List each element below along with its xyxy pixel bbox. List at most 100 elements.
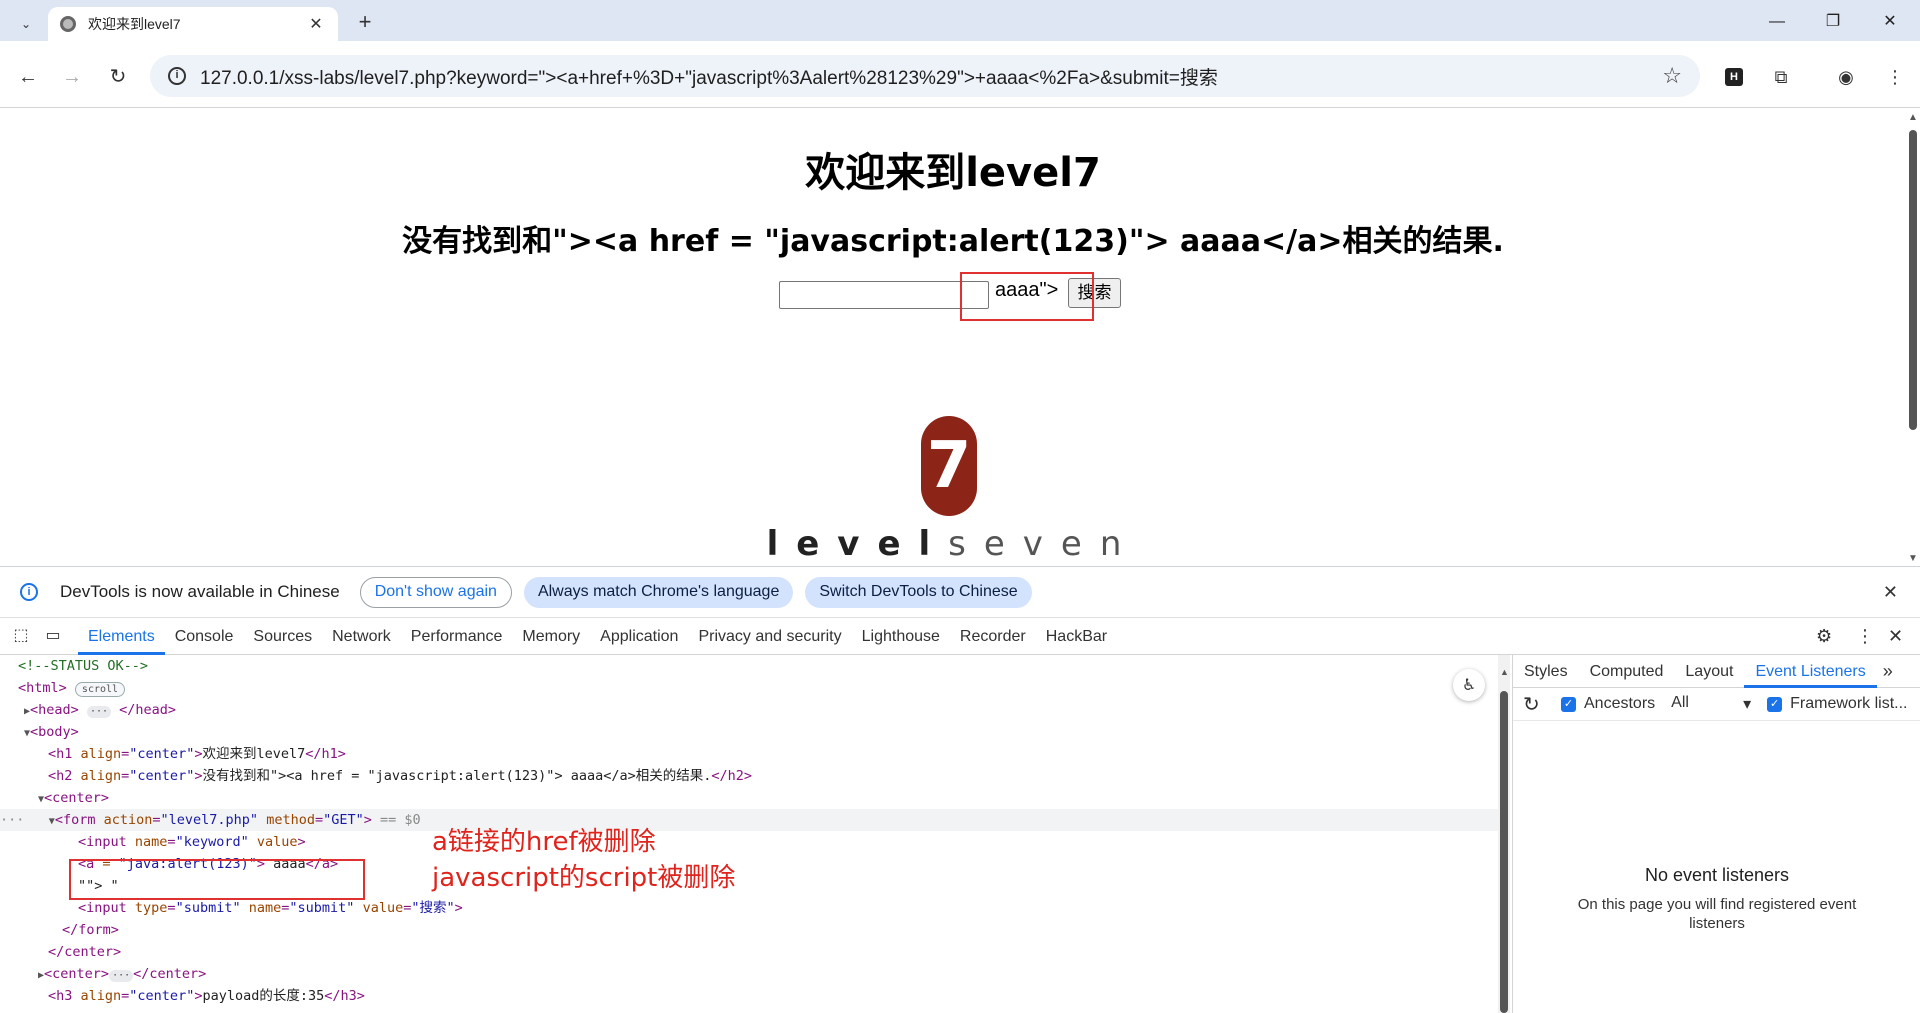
dom-body-node[interactable]: ▼<body>: [24, 721, 79, 743]
dom-center-node-2[interactable]: ▶<center> ··· </center>: [38, 963, 206, 985]
tab-application[interactable]: Application: [590, 618, 688, 655]
highlight-box-dom: [69, 859, 365, 900]
dropdown-arrow-icon: ▾: [1743, 696, 1752, 713]
collapsed-ellipsis-icon[interactable]: ···: [86, 706, 112, 718]
tab-computed[interactable]: Computed: [1579, 655, 1675, 688]
dom-h1-node[interactable]: <h1 align="center">欢迎来到level7</h1>: [48, 743, 346, 765]
devtools-tabbar: ⬚ ▭ Elements Console Sources Network Per…: [0, 618, 1920, 655]
tab-search-icon[interactable]: ⌄: [12, 10, 40, 38]
switch-to-chinese-button[interactable]: Switch DevTools to Chinese: [805, 576, 1032, 608]
keyword-input[interactable]: [779, 281, 989, 309]
devtools-menu-icon[interactable]: ⋮: [1856, 626, 1874, 647]
scroll-badge[interactable]: scroll: [74, 682, 126, 697]
tab-elements[interactable]: Elements: [78, 618, 165, 655]
dom-head-node[interactable]: ▶<head> ··· </head>: [24, 699, 176, 721]
scroll-down-arrow-icon[interactable]: ▼: [1908, 553, 1918, 564]
dom-tree[interactable]: <!--STATUS OK--> <html> scroll ▶<head> ·…: [0, 655, 1498, 1013]
level-logo-text: levelseven: [0, 524, 1906, 564]
accessibility-tree-icon[interactable]: ♿: [1453, 669, 1485, 701]
scroll-up-arrow-icon[interactable]: ▲: [1500, 667, 1509, 677]
back-icon[interactable]: ←: [14, 63, 42, 91]
url-text[interactable]: 127.0.0.1/xss-labs/level7.php?keyword=">…: [200, 63, 1662, 90]
browser-tab[interactable]: 欢迎来到level7 ✕: [48, 7, 338, 41]
device-toolbar-icon[interactable]: ▭: [42, 625, 64, 647]
inspect-element-icon[interactable]: ⬚: [10, 625, 32, 647]
tab-styles[interactable]: Styles: [1513, 655, 1579, 688]
tab-network[interactable]: Network: [322, 618, 401, 655]
annotation-href-removed: a链接的href被删除: [432, 827, 656, 857]
dom-center-close[interactable]: </center>: [48, 941, 121, 963]
sidebar-tabs: Styles Computed Layout Event Listeners »: [1513, 655, 1920, 688]
tab-strip: ⌄ 欢迎来到level7 ✕ + — ❐ ✕: [0, 0, 1920, 41]
dom-input-keyword[interactable]: <input name="keyword" value>: [78, 831, 306, 853]
tab-event-listeners[interactable]: Event Listeners: [1744, 655, 1877, 688]
sidebar-pane: Styles Computed Layout Event Listeners »…: [1512, 655, 1920, 1013]
dom-form-node-selected[interactable]: ··· ▼<form action="level7.php" method="G…: [0, 809, 1498, 831]
window-close-icon[interactable]: ✕: [1870, 10, 1910, 34]
dom-form-close[interactable]: </form>: [62, 919, 119, 941]
infobar-close-icon[interactable]: ✕: [1883, 582, 1898, 603]
event-type-select[interactable]: All ▾: [1671, 694, 1751, 714]
scroll-up-arrow-icon[interactable]: ▲: [1908, 112, 1918, 123]
tab-sources[interactable]: Sources: [243, 618, 322, 655]
tab-recorder[interactable]: Recorder: [950, 618, 1036, 655]
dom-input-submit[interactable]: <input type="submit" name="submit" value…: [78, 897, 463, 919]
tab-privacy-security[interactable]: Privacy and security: [688, 618, 851, 655]
page-viewport: 欢迎来到level7 没有找到和"><a href = "javascript:…: [0, 108, 1906, 566]
no-event-listeners-title: No event listeners: [1644, 865, 1790, 885]
devtools-panel: i DevTools is now available in Chinese D…: [0, 566, 1920, 1013]
dont-show-again-button[interactable]: Don't show again: [359, 576, 512, 608]
menu-kebab-icon[interactable]: ⋮: [1883, 65, 1907, 89]
bookmark-star-icon[interactable]: ☆: [1662, 63, 1682, 89]
highlight-box: [960, 272, 1094, 321]
site-info-icon[interactable]: i: [168, 67, 186, 85]
dom-h2-node[interactable]: <h2 align="center">没有找到和"><a href = "jav…: [48, 765, 752, 787]
always-match-language-button[interactable]: Always match Chrome's language: [523, 576, 794, 608]
globe-icon: [60, 16, 76, 32]
tab-layout[interactable]: Layout: [1674, 655, 1744, 688]
framework-checkbox[interactable]: ✓: [1767, 696, 1783, 712]
ancestors-label: Ancestors: [1584, 695, 1656, 712]
tab-close-icon[interactable]: ✕: [306, 14, 326, 34]
dom-html-node[interactable]: <html> scroll: [18, 677, 126, 699]
tab-lighthouse[interactable]: Lighthouse: [852, 618, 950, 655]
ancestors-checkbox[interactable]: ✓: [1561, 696, 1576, 712]
extensions-puzzle-icon[interactable]: ⧉: [1769, 65, 1793, 89]
devtools-close-icon[interactable]: ✕: [1888, 626, 1903, 647]
hackbar-extension-icon[interactable]: H: [1725, 68, 1743, 86]
no-event-listeners-description: On this page you will find registered ev…: [1577, 896, 1857, 932]
restore-icon[interactable]: ❐: [1813, 10, 1853, 34]
tab-memory[interactable]: Memory: [512, 618, 590, 655]
collapsed-ellipsis-icon[interactable]: ···: [109, 970, 134, 982]
tab-console[interactable]: Console: [165, 618, 244, 655]
info-icon: i: [20, 583, 38, 601]
level-number-logo: 7: [921, 416, 977, 516]
elements-scrollbar[interactable]: ▲: [1498, 655, 1510, 1013]
minimize-icon[interactable]: —: [1757, 10, 1797, 34]
infobar-message: DevTools is now available in Chinese: [60, 582, 340, 601]
language-infobar: i DevTools is now available in Chinese D…: [0, 567, 1920, 618]
event-listener-toolbar: ↻ ✓ Ancestors All ▾ ✓ Framework list...: [1513, 688, 1920, 721]
tab-performance[interactable]: Performance: [401, 618, 513, 655]
page-scrollbar[interactable]: ▲ ▼: [1906, 108, 1920, 566]
more-tabs-chevron-icon[interactable]: »: [1883, 661, 1893, 682]
result-heading: 没有找到和"><a href = "javascript:alert(123)"…: [402, 224, 1504, 259]
page-heading: 欢迎来到level7: [805, 150, 1101, 196]
dom-h3-node[interactable]: <h3 align="center">payload的长度:35</h3>: [48, 985, 365, 1007]
address-bar[interactable]: i 127.0.0.1/xss-labs/level7.php?keyword=…: [150, 55, 1700, 97]
settings-gear-icon[interactable]: ⚙: [1816, 626, 1832, 647]
refresh-icon[interactable]: ↻: [1523, 692, 1545, 717]
forward-icon[interactable]: →: [58, 63, 86, 91]
reload-icon[interactable]: ↻: [104, 63, 132, 91]
tab-hackbar[interactable]: HackBar: [1036, 618, 1117, 655]
scrollbar-thumb[interactable]: [1909, 130, 1917, 430]
profile-icon[interactable]: ◉: [1834, 65, 1858, 89]
annotation-script-removed: javascript的script被删除: [432, 863, 736, 893]
framework-label: Framework list...: [1790, 695, 1908, 712]
elements-scrollbar-thumb[interactable]: [1500, 691, 1508, 1013]
new-tab-button[interactable]: +: [352, 10, 378, 36]
event-type-value: All: [1671, 694, 1689, 711]
logo-word-seven: seven: [948, 524, 1140, 564]
dom-comment[interactable]: <!--STATUS OK-->: [18, 655, 148, 677]
dom-center-node[interactable]: ▼<center>: [38, 787, 109, 809]
